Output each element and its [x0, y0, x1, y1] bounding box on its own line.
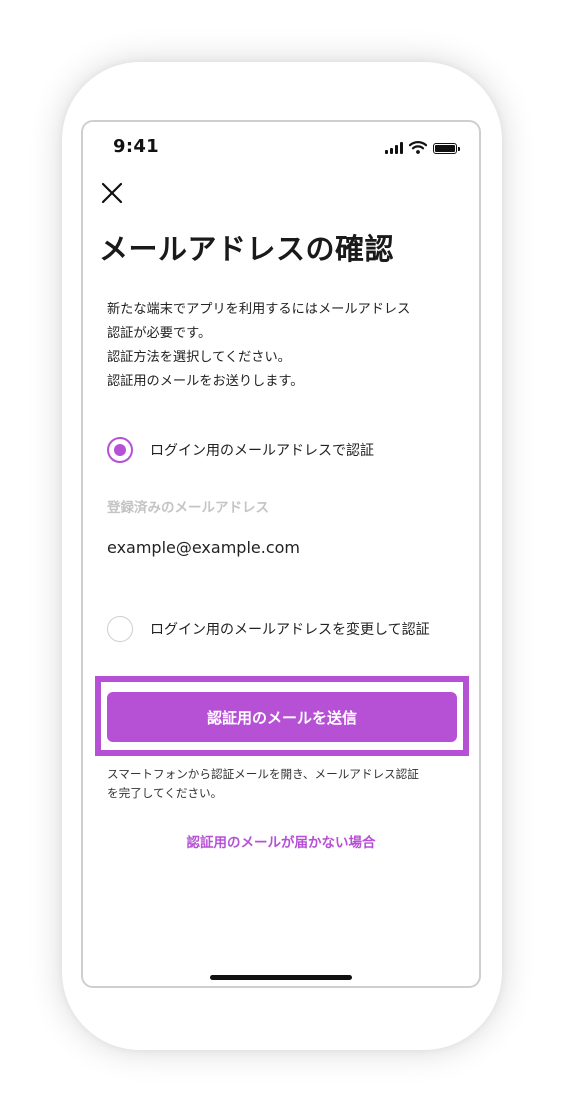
- app-screen: 9:41 メールアドレスの確認 新たな端末でアプリを利用するにはメールアドレス …: [81, 120, 481, 988]
- send-verification-email-button[interactable]: 認証用のメールを送信: [107, 692, 457, 742]
- page-title: メールアドレスの確認: [99, 232, 395, 266]
- option-change-email[interactable]: ログイン用のメールアドレスを変更して認証: [107, 616, 430, 642]
- status-icons: [385, 138, 460, 154]
- description-line: 認証が必要です。: [107, 326, 212, 341]
- wifi-icon: [409, 141, 427, 154]
- battery-icon: [433, 143, 460, 154]
- description-text: 新たな端末でアプリを利用するにはメールアドレス 認証が必要です。 認証方法を選択…: [107, 298, 467, 394]
- registered-email-label: 登録済みのメールアドレス: [107, 500, 269, 516]
- radio-button-unchecked[interactable]: [107, 616, 133, 642]
- note-line: スマートフォンから認証メールを開き、メールアドレス認証: [107, 767, 419, 781]
- instruction-note: スマートフォンから認証メールを開き、メールアドレス認証 を完了してください。: [107, 765, 467, 803]
- email-not-received-link[interactable]: 認証用のメールが届かない場合: [83, 831, 479, 851]
- option-label: ログイン用のメールアドレスを変更して認証: [150, 622, 430, 638]
- option-login-email[interactable]: ログイン用のメールアドレスで認証: [107, 437, 374, 463]
- radio-button-checked[interactable]: [107, 437, 133, 463]
- description-line: 新たな端末でアプリを利用するにはメールアドレス: [107, 302, 411, 317]
- option-label: ログイン用のメールアドレスで認証: [150, 443, 374, 459]
- home-indicator: [210, 975, 352, 980]
- signal-icon: [385, 141, 403, 154]
- description-line: 認証用のメールをお送りします。: [107, 374, 304, 389]
- status-time: 9:41: [113, 136, 159, 157]
- description-line: 認証方法を選択してください。: [107, 350, 291, 365]
- note-line: を完了してください。: [107, 786, 223, 800]
- registered-email-value: example@example.com: [107, 538, 300, 557]
- close-icon[interactable]: [99, 180, 125, 206]
- status-bar: 9:41: [83, 122, 479, 172]
